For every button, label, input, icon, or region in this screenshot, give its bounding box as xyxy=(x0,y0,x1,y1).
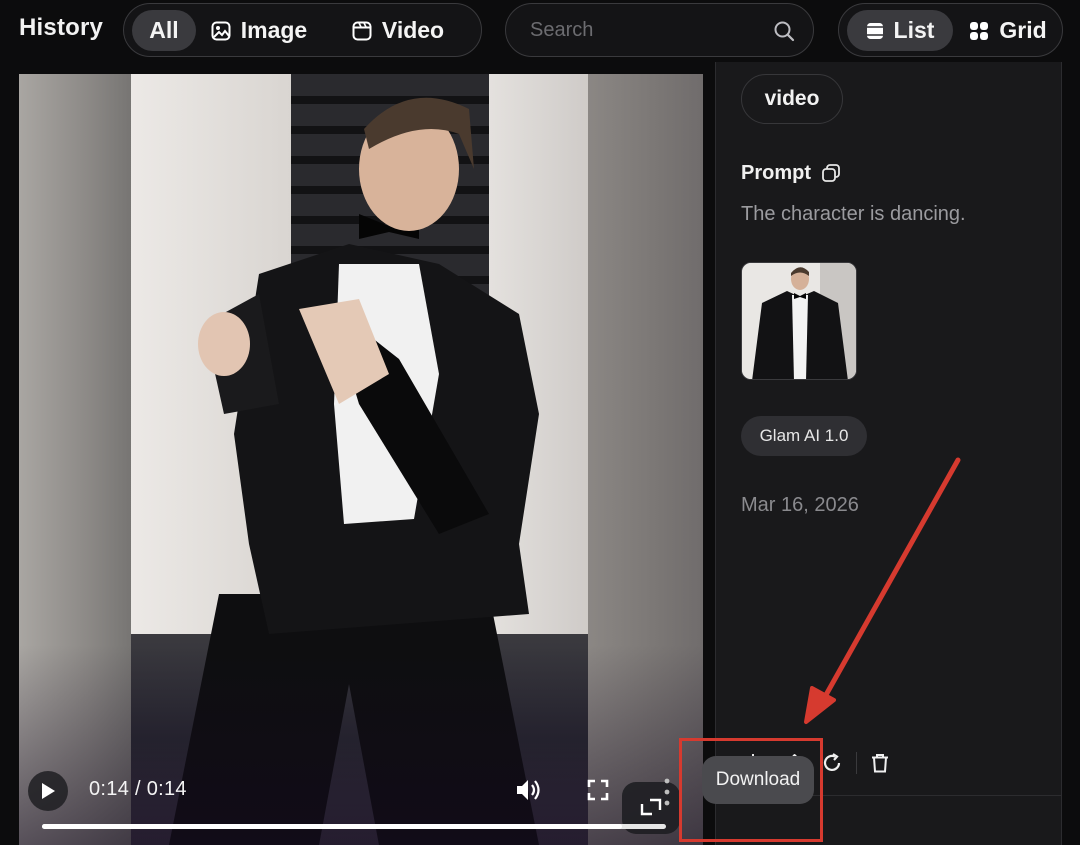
grid-icon xyxy=(970,21,989,40)
filter-image[interactable]: Image xyxy=(206,10,312,51)
reference-image xyxy=(742,263,856,379)
video-player[interactable] xyxy=(19,74,703,845)
trash-icon xyxy=(872,754,888,773)
list-icon xyxy=(866,22,883,39)
duration: 0:14 xyxy=(146,778,187,800)
filter-image-label: Image xyxy=(240,17,308,43)
video-icon xyxy=(352,21,372,40)
time-separator: / xyxy=(135,778,141,800)
progress-fill xyxy=(42,824,623,829)
view-toggle-group: List Grid xyxy=(838,3,1063,57)
reference-image-thumbnail[interactable] xyxy=(741,262,857,380)
page-title: History xyxy=(19,14,104,41)
media-type-chip: video xyxy=(741,74,843,124)
search-icon[interactable] xyxy=(773,20,795,42)
filter-video-label: Video xyxy=(381,17,445,43)
image-icon xyxy=(211,21,231,40)
fullscreen-icon[interactable] xyxy=(586,778,610,802)
action-divider xyxy=(856,752,857,774)
video-bottom-fade xyxy=(19,645,703,845)
delete-button[interactable] xyxy=(867,750,893,776)
view-list-label: List xyxy=(893,17,935,43)
search-input[interactable] xyxy=(530,18,760,42)
filter-video[interactable]: Video xyxy=(348,10,448,51)
created-date: Mar 16, 2026 xyxy=(741,494,859,516)
play-button[interactable] xyxy=(28,771,68,811)
filter-all-label: All xyxy=(149,17,179,43)
progress-bar[interactable] xyxy=(42,824,666,829)
volume-icon[interactable] xyxy=(514,776,542,804)
playback-time: 0:14 / 0:14 xyxy=(89,778,187,801)
current-time: 0:14 xyxy=(89,778,130,800)
prompt-text: The character is dancing. xyxy=(741,203,966,225)
view-list-button[interactable]: List xyxy=(847,10,953,51)
copy-icon[interactable] xyxy=(822,164,840,182)
search-box xyxy=(505,3,814,57)
details-panel: video Prompt The character is dancing. G… xyxy=(715,62,1062,845)
prompt-label: Prompt xyxy=(741,162,811,184)
view-grid-label: Grid xyxy=(999,17,1047,43)
filter-all[interactable]: All xyxy=(132,10,196,51)
view-grid-button[interactable]: Grid xyxy=(959,10,1057,51)
refresh-icon xyxy=(823,753,841,772)
annotation-highlight-box xyxy=(679,738,823,842)
play-icon xyxy=(42,783,55,799)
type-filter-group: All Image Video xyxy=(123,3,482,57)
more-options-icon[interactable] xyxy=(664,777,670,807)
model-chip: Glam AI 1.0 xyxy=(741,416,867,456)
top-bar: History All Image Video Search List Grid xyxy=(0,0,1080,62)
